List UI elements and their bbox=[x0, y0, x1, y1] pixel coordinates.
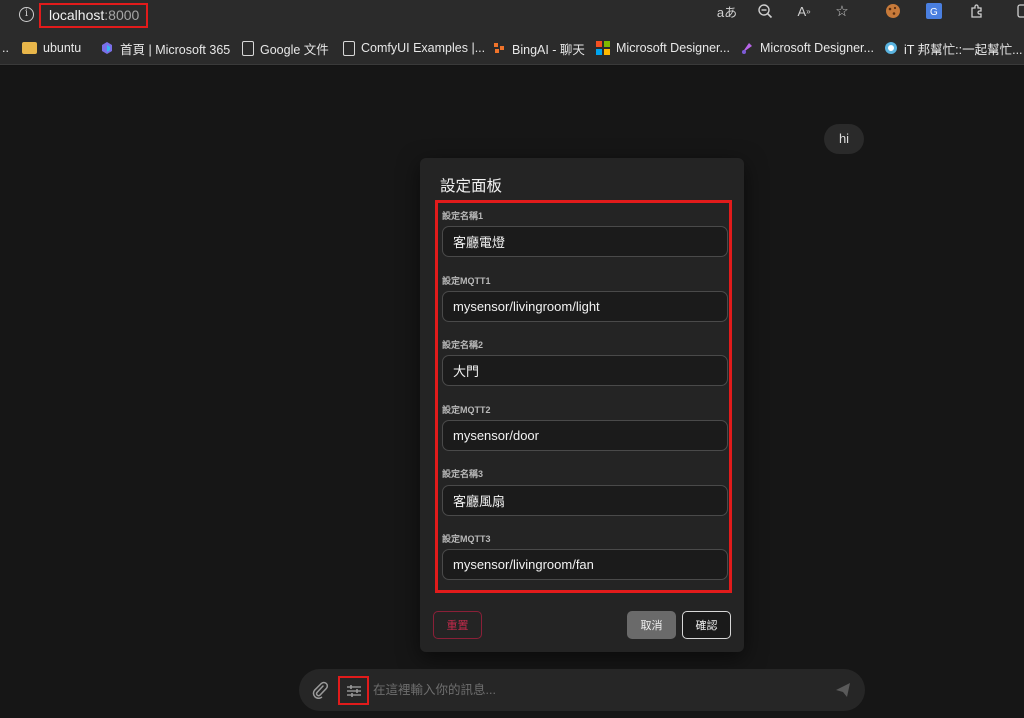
mqtt2-input[interactable] bbox=[442, 420, 728, 451]
mqtt1-label: 設定MQTT1 bbox=[442, 276, 491, 286]
m365-icon bbox=[102, 42, 112, 54]
bookmarks-bar: .. ubuntu 首頁 | Microsoft 365 Google 文件 C… bbox=[0, 30, 1024, 65]
name1-label: 設定名稱1 bbox=[442, 211, 484, 221]
url-field[interactable]: localhost:8000 bbox=[39, 3, 148, 28]
message-input[interactable] bbox=[373, 680, 813, 700]
bookmark-label: BingAI - 聊天 bbox=[512, 42, 585, 57]
bookmark-label: Microsoft Designer... bbox=[616, 41, 730, 55]
browser-address-bar: i localhost:8000 aあ A» ☆ G bbox=[0, 0, 1024, 30]
immersive-reader-icon[interactable]: aあ bbox=[716, 0, 738, 22]
site-info-icon[interactable]: i bbox=[19, 7, 34, 22]
ithome-icon bbox=[885, 42, 897, 54]
read-aloud-icon[interactable]: A» bbox=[793, 0, 815, 22]
bookmarks-overflow[interactable]: .. bbox=[2, 39, 9, 57]
bookmark-label: Google 文件 bbox=[260, 42, 329, 57]
mqtt2-label: 設定MQTT2 bbox=[442, 405, 491, 415]
name3-input[interactable] bbox=[442, 485, 728, 516]
bookmark-comfyui[interactable]: ComfyUI Examples |... bbox=[343, 39, 485, 57]
bookmark-label: iT 邦幫忙::一起幫忙... bbox=[904, 42, 1023, 57]
favorite-star-icon[interactable]: ☆ bbox=[831, 0, 853, 22]
zoom-out-icon[interactable] bbox=[754, 0, 776, 22]
bookmark-label: Microsoft Designer... bbox=[760, 41, 874, 55]
bookmark-ms-designer-2[interactable]: Microsoft Designer... bbox=[740, 39, 874, 57]
sliders-icon bbox=[346, 684, 361, 697]
chat-page: hi 設定面板 設定名稱1 設定MQTT1 設定名稱2 設定MQTT2 設定名稱… bbox=[0, 66, 1024, 718]
name2-input[interactable] bbox=[442, 355, 728, 386]
microsoft-icon bbox=[596, 41, 610, 55]
url-host: localhost bbox=[49, 7, 105, 23]
user-message-bubble: hi bbox=[824, 124, 864, 154]
bookmark-label: ubuntu bbox=[43, 41, 82, 55]
bookmark-ms-designer-1[interactable]: Microsoft Designer... bbox=[596, 39, 730, 57]
bookmark-google-docs[interactable]: Google 文件 bbox=[242, 39, 329, 57]
folder-icon bbox=[22, 42, 37, 54]
google-translate-icon[interactable]: G bbox=[923, 0, 945, 22]
bookmark-label: 首頁 | Microsoft 365 bbox=[120, 42, 231, 57]
mqtt1-input[interactable] bbox=[442, 291, 728, 322]
cookie-extension-icon[interactable] bbox=[882, 0, 904, 22]
panel-title: 設定面板 bbox=[440, 178, 503, 195]
name3-label: 設定名稱3 bbox=[442, 469, 484, 479]
settings-button[interactable] bbox=[338, 676, 369, 705]
settings-fields-group: 設定名稱1 設定MQTT1 設定名稱2 設定MQTT2 設定名稱3 設定MQTT… bbox=[435, 200, 732, 593]
extensions-puzzle-icon[interactable] bbox=[966, 0, 988, 22]
bookmark-label: ComfyUI Examples |... bbox=[361, 41, 486, 55]
send-icon[interactable] bbox=[835, 682, 851, 698]
bookmark-m365[interactable]: 首頁 | Microsoft 365 bbox=[100, 39, 230, 57]
designer-icon bbox=[742, 43, 752, 54]
name1-input[interactable] bbox=[442, 226, 728, 257]
bing-icon bbox=[494, 43, 504, 53]
bookmark-ubuntu[interactable]: ubuntu bbox=[22, 39, 81, 57]
url-port: :8000 bbox=[104, 7, 140, 23]
reset-button[interactable]: 重置 bbox=[433, 611, 482, 639]
name2-label: 設定名稱2 bbox=[442, 340, 484, 350]
bookmark-ithome[interactable]: iT 邦幫忙::一起幫忙... bbox=[884, 39, 1023, 57]
paperclip-icon[interactable] bbox=[311, 681, 329, 699]
bookmark-bingai[interactable]: BingAI - 聊天 bbox=[492, 39, 585, 57]
cancel-button[interactable]: 取消 bbox=[627, 611, 676, 639]
settings-panel: 設定面板 設定名稱1 設定MQTT1 設定名稱2 設定MQTT2 設定名稱3 設… bbox=[420, 158, 744, 652]
document-icon bbox=[343, 40, 355, 56]
mqtt3-label: 設定MQTT3 bbox=[442, 534, 491, 544]
mqtt3-input[interactable] bbox=[442, 549, 728, 580]
document-icon bbox=[242, 40, 254, 56]
svg-text:G: G bbox=[930, 7, 938, 18]
chat-input-bar bbox=[299, 669, 865, 711]
split-screen-icon[interactable] bbox=[1012, 0, 1024, 22]
confirm-button[interactable]: 確認 bbox=[682, 611, 731, 639]
